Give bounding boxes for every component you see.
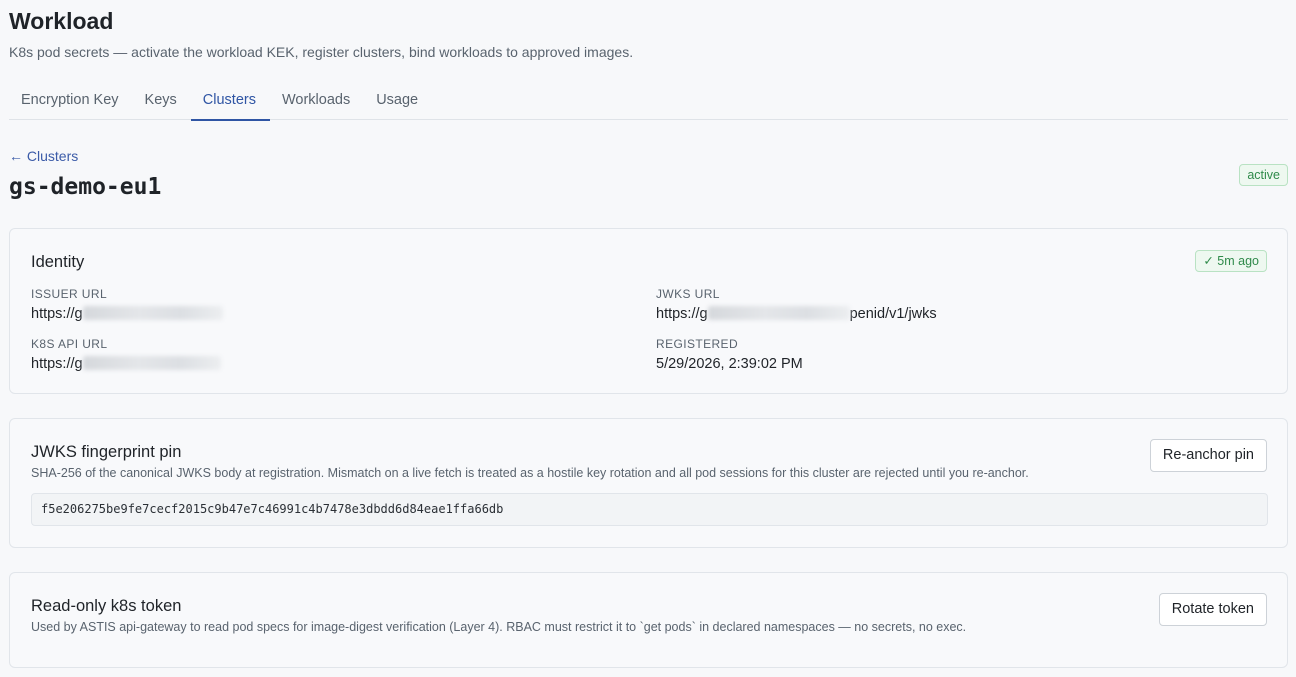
jwks-url-prefix: https://g [656,306,708,322]
fingerprint-title: JWKS fingerprint pin [31,443,182,461]
redacted-blur [82,306,223,320]
cluster-name: gs-demo-eu1 [9,174,162,200]
fingerprint-card: JWKS fingerprint pin Re-anchor pin SHA-2… [9,418,1288,548]
jwks-url-label: JWKS URL [656,287,720,301]
k8s-api-url-value: https://g [31,356,221,372]
page: Workload K8s pod secrets — activate the … [0,0,1296,677]
tab-bar: Encryption Key Keys Clusters Workloads U… [9,82,1288,121]
jwks-url-suffix: penid/v1/jwks [849,306,937,322]
token-card: Read-only k8s token Rotate token Used by… [9,572,1288,668]
identity-card: Identity ✓ 5m ago ISSUER URL https://g J… [9,228,1288,394]
registered-value: 5/29/2026, 2:39:02 PM [656,356,803,372]
page-subtitle: K8s pod secrets — activate the workload … [9,44,634,60]
tab-usage[interactable]: Usage [364,82,432,120]
identity-title: Identity [31,253,85,271]
jwks-url-value: https://g penid/v1/jwks [656,306,937,322]
k8s-api-url-prefix: https://g [31,356,83,372]
tab-workloads[interactable]: Workloads [270,82,364,120]
fingerprint-value: f5e206275be9fe7cecf2015c9b47e7c46991c4b7… [31,493,1268,526]
redacted-blur [707,306,850,320]
token-title: Read-only k8s token [31,597,182,615]
issuer-url-prefix: https://g [31,306,83,322]
registered-label: REGISTERED [656,337,739,351]
tab-keys[interactable]: Keys [133,82,191,120]
status-badge: active [1239,164,1288,186]
back-to-clusters-link[interactable]: ← Clusters [9,148,78,164]
issuer-url-value: https://g [31,306,223,322]
tab-encryption-key[interactable]: Encryption Key [9,82,133,120]
page-title: Workload [9,8,114,34]
k8s-api-url-label: K8S API URL [31,337,108,351]
token-description: Used by ASTIS api-gateway to read pod sp… [31,620,967,634]
fingerprint-description: SHA-256 of the canonical JWKS body at re… [31,466,1029,480]
tab-clusters[interactable]: Clusters [190,82,271,121]
re-anchor-pin-button[interactable]: Re-anchor pin [1149,439,1267,472]
rotate-token-button[interactable]: Rotate token [1158,593,1267,626]
issuer-url-label: ISSUER URL [31,287,108,301]
redacted-blur [82,356,221,370]
freshness-badge: ✓ 5m ago [1195,250,1267,272]
